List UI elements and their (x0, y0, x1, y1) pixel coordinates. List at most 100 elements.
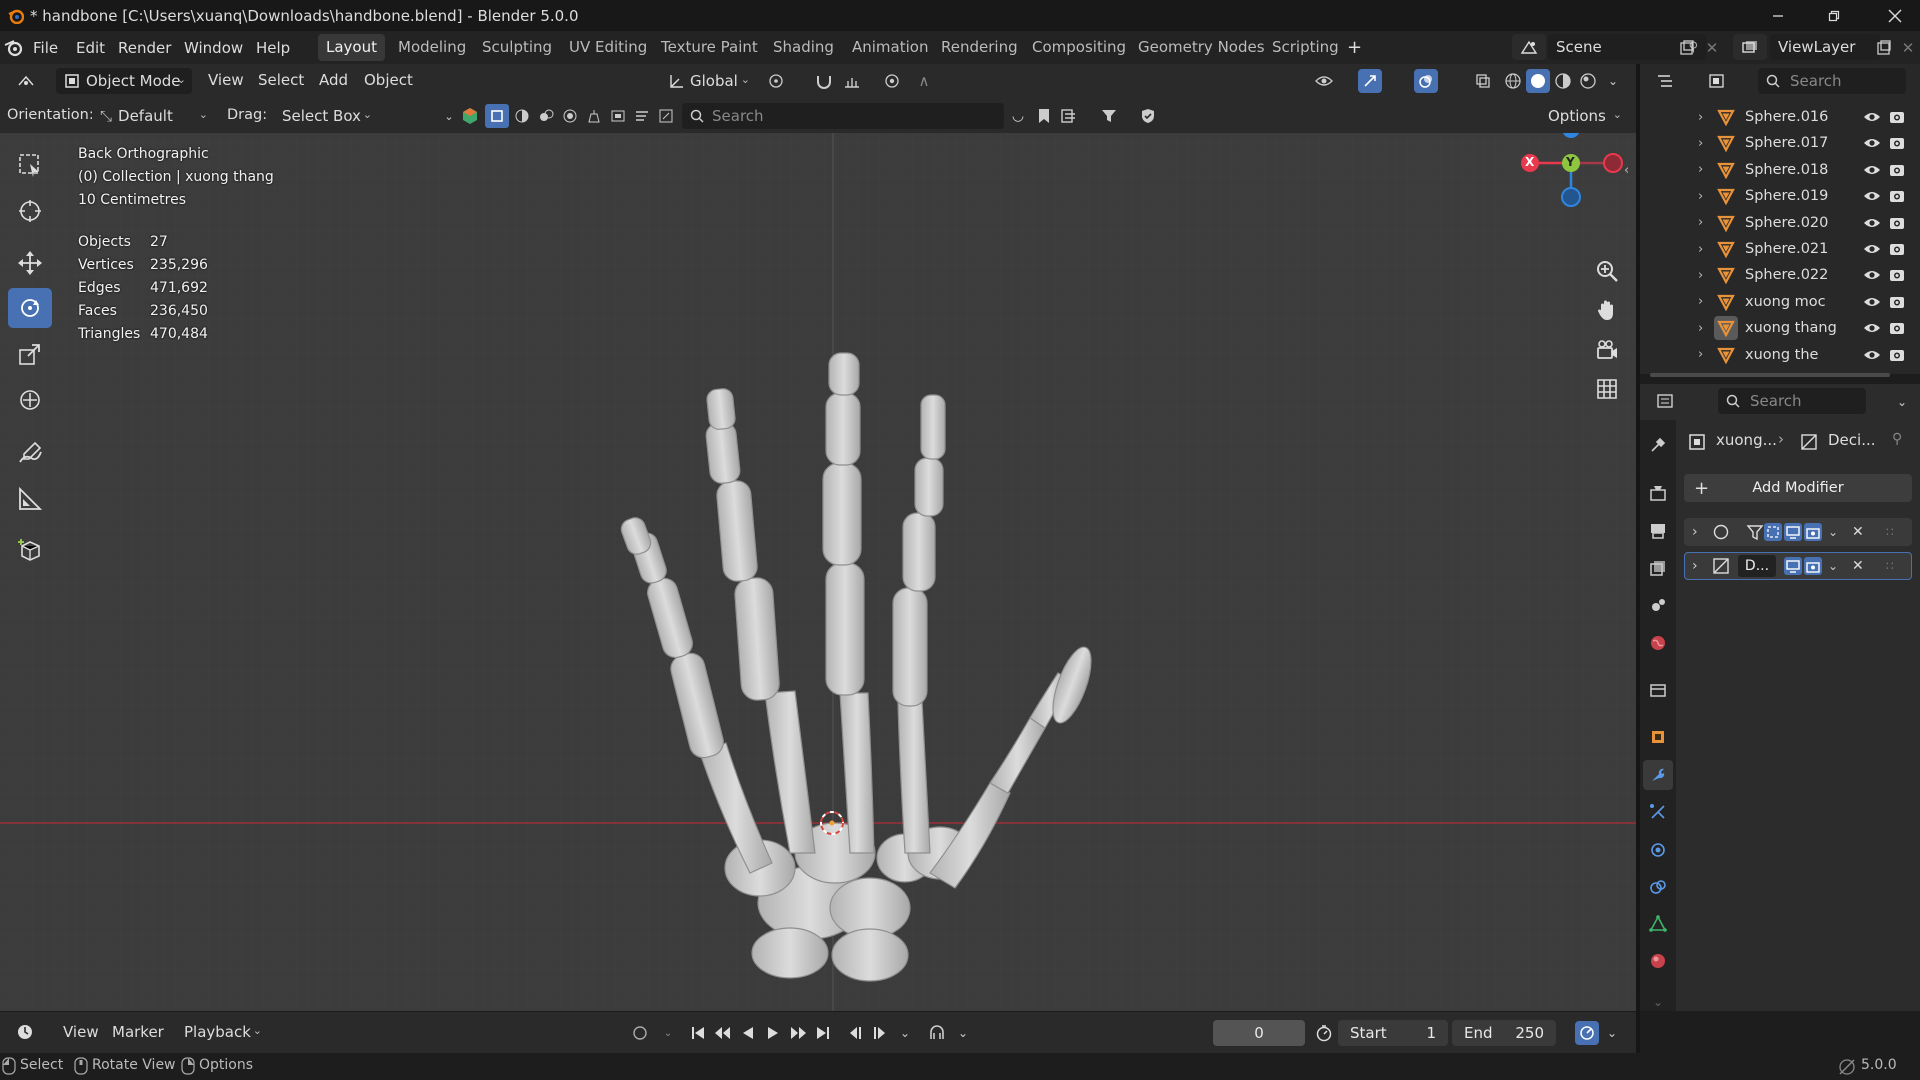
eye-icon[interactable] (1863, 110, 1881, 124)
keying-snap-icon[interactable] (925, 1021, 949, 1045)
new-scene-icon[interactable] (1675, 36, 1699, 60)
tab-modeling[interactable]: Modeling (390, 34, 474, 61)
timeline-editor-type-button[interactable] (8, 1019, 48, 1045)
pin-icon[interactable]: ⚲ (1892, 431, 1902, 447)
jump-keyframe-next-icon[interactable] (786, 1021, 810, 1045)
tab-world[interactable] (1643, 628, 1673, 658)
prev-frame-icon[interactable] (843, 1021, 867, 1045)
drag-handle-icon[interactable]: ∷ (1886, 559, 1894, 573)
rendered-shading-icon[interactable] (1576, 69, 1600, 93)
add-cube-tool[interactable] (8, 530, 52, 570)
shield-icon[interactable] (1136, 104, 1160, 128)
record-icon[interactable] (628, 1021, 652, 1045)
camera-render-icon[interactable] (1889, 267, 1905, 283)
camera-render-icon[interactable] (1889, 135, 1905, 151)
on-cage-icon[interactable] (1764, 523, 1782, 541)
outliner-item[interactable]: › Sphere.019 (1640, 183, 1920, 209)
outliner-item[interactable]: › xuong moc (1640, 289, 1920, 315)
camera-render-icon[interactable] (1889, 215, 1905, 231)
tool-search-field[interactable]: Search (682, 103, 1004, 129)
tab-view-layer[interactable] (1643, 553, 1673, 583)
scene-browse-button[interactable] (1512, 34, 1546, 60)
orientation-dropdown[interactable]: ⤡ Default ⌄ (92, 103, 214, 129)
expand-chevron-icon[interactable]: › (1692, 558, 1698, 574)
visibility-selectability-icon[interactable] (1312, 69, 1336, 93)
tab-modifiers[interactable] (1643, 760, 1673, 790)
jump-start-icon[interactable] (686, 1021, 710, 1045)
select-box-tool[interactable] (8, 145, 52, 185)
minimize-button[interactable] (1755, 0, 1801, 31)
tab-geometry-nodes[interactable]: Geometry Nodes (1130, 34, 1273, 61)
expand-chevron-icon[interactable]: › (1698, 110, 1703, 125)
tab-particles[interactable] (1643, 797, 1673, 827)
header-menu-select[interactable]: Select (258, 71, 304, 89)
delete-view-layer-icon[interactable]: ✕ (1896, 36, 1920, 60)
keying-options-chevron-icon[interactable]: ⌄ (951, 1021, 975, 1045)
tab-object[interactable] (1643, 722, 1673, 752)
camera-view-button[interactable] (1590, 333, 1624, 367)
tab-layout[interactable]: Layout (318, 34, 385, 61)
tab-texture-paint[interactable]: Texture Paint (653, 34, 766, 61)
outliner-search-field[interactable]: Search (1758, 68, 1906, 94)
show-render-icon[interactable] (1804, 557, 1822, 575)
tabs-scroll-chevron-icon[interactable]: ⌄ (1646, 990, 1670, 1014)
filter-collection-icon[interactable] (606, 104, 630, 128)
3d-viewport[interactable]: Z X Y (0, 133, 1636, 1011)
xray-toggle-icon[interactable] (1471, 69, 1495, 93)
tab-scripting[interactable]: Scripting (1264, 34, 1347, 61)
view-layer-field[interactable]: ViewLayer (1770, 34, 1880, 60)
blender-menu-icon[interactable] (4, 39, 24, 57)
camera-render-icon[interactable] (1889, 241, 1905, 257)
match-case-icon[interactable]: ◡ (1006, 104, 1030, 128)
select-mode-set-icon[interactable] (485, 104, 509, 128)
tab-render[interactable] (1643, 478, 1673, 508)
cursor-tool[interactable] (8, 191, 52, 231)
jump-end-icon[interactable] (811, 1021, 835, 1045)
auto-keying-icon[interactable] (1575, 1021, 1599, 1045)
solid-shading-icon[interactable] (1526, 69, 1550, 93)
tab-sculpting[interactable]: Sculpting (474, 34, 560, 61)
record-options-chevron-icon[interactable]: ⌄ (656, 1021, 680, 1045)
move-tool[interactable] (8, 243, 52, 283)
wireframe-shading-icon[interactable] (1501, 69, 1525, 93)
end-frame-field[interactable]: End 250 (1452, 1020, 1556, 1046)
tab-shading[interactable]: Shading (765, 34, 842, 61)
perspective-toggle-button[interactable] (1590, 372, 1624, 406)
falloff-icon[interactable]: ∧ (912, 69, 936, 93)
expand-chevron-icon[interactable]: › (1698, 136, 1703, 151)
maximize-button[interactable] (1811, 0, 1857, 31)
outliner-scrollbar[interactable] (1650, 373, 1890, 377)
measure-tool[interactable] (8, 479, 52, 519)
show-overlays-icon[interactable] (1414, 69, 1438, 93)
close-button[interactable] (1872, 0, 1918, 31)
filter-icon[interactable] (1097, 104, 1121, 128)
camera-render-icon[interactable] (1889, 162, 1905, 178)
camera-render-icon[interactable] (1889, 294, 1905, 310)
snap-target-icon[interactable] (840, 69, 864, 93)
material-shading-icon[interactable] (1551, 69, 1575, 93)
filter-layers-icon[interactable] (630, 104, 654, 128)
expand-chevron-icon[interactable]: › (1698, 321, 1703, 336)
editor-type-button[interactable] (8, 68, 48, 94)
object-type-filter-icon[interactable] (458, 104, 482, 128)
modifier-menu-chevron-icon[interactable]: ⌄ (1828, 559, 1838, 573)
start-frame-field[interactable]: Start 1 (1338, 1020, 1448, 1046)
show-render-icon[interactable] (1804, 523, 1822, 541)
filter-options-icon[interactable] (1058, 104, 1082, 128)
bookmark-icon[interactable] (1032, 104, 1056, 128)
timeline-menu-marker[interactable]: Marker (112, 1023, 164, 1041)
tab-tool[interactable] (1643, 430, 1673, 460)
header-menu-add[interactable]: Add (319, 71, 348, 89)
auto-keying-chevron-icon[interactable]: ⌄ (1600, 1021, 1624, 1045)
modifier-panel-decimate[interactable]: › D... ⌄ ✕ ∷ (1684, 552, 1912, 580)
options-dropdown[interactable]: Options ⌄ (1540, 103, 1628, 129)
timeline-menu-playback[interactable]: Playback ⌄ (176, 1019, 268, 1045)
filter-misc-icon[interactable] (654, 104, 678, 128)
annotate-tool[interactable] (8, 433, 52, 473)
delete-scene-icon[interactable]: ✕ (1700, 36, 1724, 60)
header-menu-object[interactable]: Object (364, 71, 413, 89)
tab-physics[interactable] (1643, 835, 1673, 865)
menu-file[interactable]: File (33, 37, 58, 59)
properties-editor-type-button[interactable] (1648, 388, 1692, 414)
current-frame-field[interactable]: 0 (1213, 1020, 1305, 1046)
